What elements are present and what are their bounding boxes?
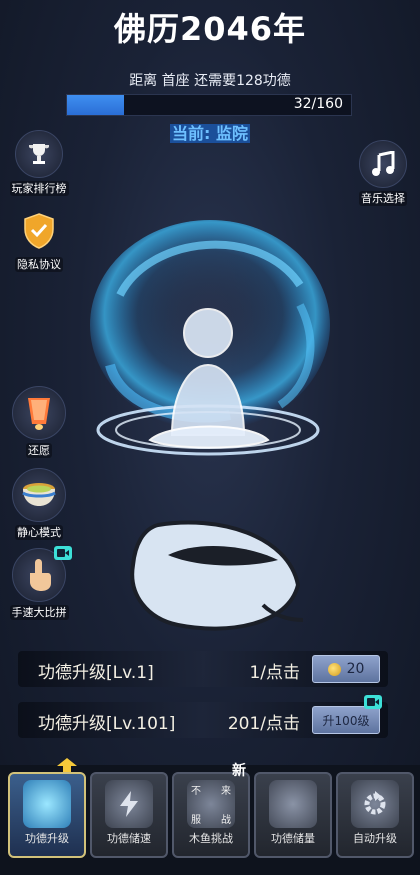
speed-contest-button[interactable]: 手速大比拼	[6, 546, 72, 620]
tab-auto-upgrade[interactable]: 自动升级	[336, 772, 414, 858]
coin-icon	[327, 662, 341, 676]
upgrade-cost-button[interactable]: 20	[312, 655, 380, 683]
merit-upgrade-100-row: 功德升级[Lv.101] 201/点击 升100级	[18, 695, 388, 738]
lightning-icon	[105, 780, 153, 828]
challenge-char: 来	[221, 786, 231, 797]
page-title: 佛历2046年	[113, 10, 307, 48]
tab-wooden-fish-challenge[interactable]: 不 来 服 战 木鱼挑战	[172, 772, 250, 858]
upgrade-rate: 201/点击	[227, 714, 300, 734]
gear-arrow-icon	[351, 780, 399, 828]
upgrade-name: 功德升级[Lv.1]	[38, 663, 154, 683]
calm-mode-button[interactable]: 静心模式	[6, 468, 72, 540]
upgrade-cost: 20	[346, 661, 365, 677]
challenge-char: 服	[191, 815, 201, 826]
upgrade-name: 功德升级[Lv.101]	[38, 714, 176, 734]
speed-contest-label: 手速大比拼	[9, 605, 69, 620]
merit-progress-fill	[67, 95, 124, 115]
globe-book-icon	[269, 780, 317, 828]
leaderboard-button[interactable]: 玩家排行榜	[6, 130, 72, 196]
new-badge: 新	[232, 763, 246, 779]
tab-merit-upgrade[interactable]: 功德升级	[8, 772, 86, 858]
calm-mode-label: 静心模式	[15, 525, 63, 540]
tab-label: 木鱼挑战	[189, 832, 233, 845]
meditating-monk-portal	[90, 220, 330, 456]
tab-label: 自动升级	[353, 832, 397, 845]
wooden-fish-icon[interactable]	[128, 515, 308, 635]
tab-merit-capacity[interactable]: 功德储量	[254, 772, 332, 858]
upgrade-100-button[interactable]: 升100级	[312, 706, 380, 734]
merit-progress-text: 32/160	[293, 96, 343, 112]
tab-label: 功德储速	[107, 832, 151, 845]
wish-label: 还愿	[26, 443, 52, 458]
tab-label: 功德储量	[271, 832, 315, 845]
music-note-icon	[359, 140, 407, 188]
wish-button[interactable]: 还愿	[6, 386, 72, 458]
tea-bowl-icon	[12, 468, 66, 522]
current-rank-label: 当前: 监院	[170, 124, 250, 143]
merit-progress-bar: 32/160	[66, 94, 352, 116]
music-button[interactable]: 音乐选择	[350, 140, 416, 206]
trophy-icon	[15, 130, 63, 178]
leaderboard-label: 玩家排行榜	[9, 181, 69, 196]
tab-merit-speed[interactable]: 功德储速	[90, 772, 168, 858]
music-label: 音乐选择	[359, 191, 407, 206]
upgrade-100-label: 升100级	[322, 713, 370, 728]
video-ad-icon	[364, 695, 382, 709]
lantern-icon	[12, 386, 66, 440]
privacy-label: 隐私协议	[15, 257, 63, 272]
challenge-icon: 不 来 服 战	[187, 780, 235, 828]
shield-check-icon	[16, 208, 62, 254]
goal-text: 距离 首座 还需要128功德	[129, 73, 291, 89]
challenge-char: 不	[191, 786, 201, 797]
challenge-char: 战	[221, 815, 231, 826]
video-ad-icon	[54, 546, 72, 560]
privacy-button[interactable]: 隐私协议	[6, 208, 72, 272]
tab-label: 功德升级	[25, 832, 69, 845]
upgrade-rate: 1/点击	[249, 663, 300, 683]
merit-upgrade-row: 功德升级[Lv.1] 1/点击 20	[18, 651, 388, 687]
torch-icon	[23, 780, 71, 828]
